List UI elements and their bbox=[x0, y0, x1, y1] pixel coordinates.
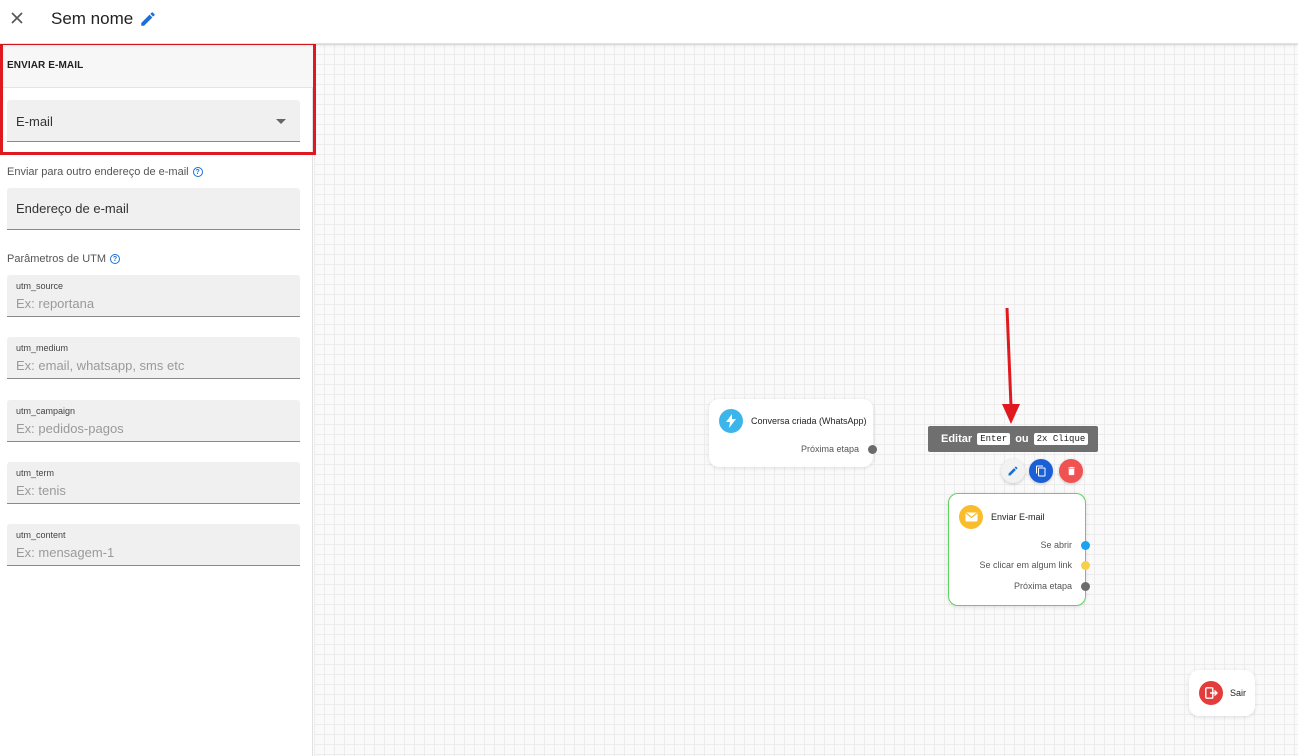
flow-title: Sem nome bbox=[51, 9, 134, 28]
close-button[interactable] bbox=[7, 8, 27, 28]
lightning-icon bbox=[719, 409, 743, 433]
utm-content-label: utm_content bbox=[16, 530, 66, 540]
other-address-label-text: Enviar para outro endereço de e-mail bbox=[7, 166, 189, 178]
tooltip-connector: ou bbox=[1015, 433, 1029, 445]
utm-medium-label: utm_medium bbox=[16, 343, 69, 353]
key-enter: Enter bbox=[977, 433, 1011, 445]
panel-header: ENVIAR E-MAIL bbox=[0, 44, 313, 88]
port-label-click: Se clicar em algum link bbox=[979, 560, 1072, 570]
panel-title: ENVIAR E-MAIL bbox=[7, 60, 84, 71]
edit-hint-tooltip: Editar Enter ou 2x Clique bbox=[928, 426, 1098, 452]
tooltip-prefix: Editar bbox=[941, 433, 973, 445]
help-icon[interactable]: ? bbox=[192, 167, 203, 177]
flow-canvas[interactable]: Conversa criada (WhatsApp) Próxima etapa… bbox=[314, 44, 1298, 756]
utm-source-input[interactable] bbox=[16, 296, 286, 311]
port-open[interactable] bbox=[1081, 541, 1090, 550]
port-click[interactable] bbox=[1081, 561, 1090, 570]
email-select-value: E-mail bbox=[16, 114, 53, 129]
settings-panel: ENVIAR E-MAIL E-mail Enviar para outro e… bbox=[0, 44, 313, 756]
port-next[interactable] bbox=[1081, 582, 1090, 591]
utm-medium-field[interactable]: utm_medium bbox=[7, 337, 300, 379]
utm-label: Parâmetros de UTM ? bbox=[7, 253, 121, 265]
key-double-click: 2x Clique bbox=[1033, 433, 1089, 445]
utm-medium-input[interactable] bbox=[16, 358, 286, 373]
trigger-output-port[interactable] bbox=[868, 445, 877, 454]
utm-term-label: utm_term bbox=[16, 468, 55, 478]
utm-term-input[interactable] bbox=[16, 483, 286, 498]
trigger-node[interactable]: Conversa criada (WhatsApp) Próxima etapa bbox=[709, 399, 877, 467]
port-label-next: Próxima etapa bbox=[1013, 581, 1072, 591]
pencil-icon bbox=[1008, 466, 1018, 476]
top-bar: Sem nome bbox=[0, 0, 1298, 44]
trash-icon bbox=[1067, 466, 1075, 476]
close-icon bbox=[11, 12, 23, 24]
other-address-input[interactable] bbox=[16, 201, 286, 216]
pencil-icon bbox=[141, 12, 155, 26]
other-address-field[interactable] bbox=[7, 188, 300, 230]
copy-icon bbox=[1036, 465, 1046, 477]
utm-content-field[interactable]: utm_content bbox=[7, 524, 300, 566]
port-label-open: Se abrir bbox=[1040, 540, 1072, 550]
edit-title-button[interactable] bbox=[139, 10, 157, 28]
delete-node-button[interactable] bbox=[1059, 459, 1083, 483]
email-node-title: Enviar E-mail bbox=[991, 512, 1045, 522]
exit-node-title: Sair bbox=[1230, 688, 1247, 698]
envelope-icon bbox=[959, 505, 983, 529]
trigger-port-label: Próxima etapa bbox=[800, 444, 859, 454]
send-email-node[interactable]: Enviar E-mail Se abrir Se clicar em algu… bbox=[948, 493, 1090, 606]
exit-icon bbox=[1199, 681, 1223, 705]
utm-campaign-field[interactable]: utm_campaign bbox=[7, 400, 300, 442]
utm-source-field[interactable]: utm_source bbox=[7, 275, 300, 317]
utm-label-text: Parâmetros de UTM bbox=[7, 253, 107, 265]
exit-node[interactable]: Sair bbox=[1189, 670, 1255, 716]
dropdown-arrow-icon bbox=[276, 119, 286, 124]
trigger-node-title: Conversa criada (WhatsApp) bbox=[751, 416, 867, 426]
duplicate-node-button[interactable] bbox=[1029, 459, 1053, 483]
edit-node-button[interactable] bbox=[1001, 459, 1025, 483]
utm-content-input[interactable] bbox=[16, 545, 286, 560]
help-icon[interactable]: ? bbox=[110, 254, 121, 264]
utm-term-field[interactable]: utm_term bbox=[7, 462, 300, 504]
other-address-label: Enviar para outro endereço de e-mail ? bbox=[7, 166, 203, 178]
arrow-annotation-icon bbox=[1002, 307, 1020, 424]
utm-campaign-label: utm_campaign bbox=[16, 406, 76, 416]
utm-source-label: utm_source bbox=[16, 281, 64, 291]
email-select[interactable]: E-mail bbox=[7, 100, 300, 142]
utm-campaign-input[interactable] bbox=[16, 421, 286, 436]
